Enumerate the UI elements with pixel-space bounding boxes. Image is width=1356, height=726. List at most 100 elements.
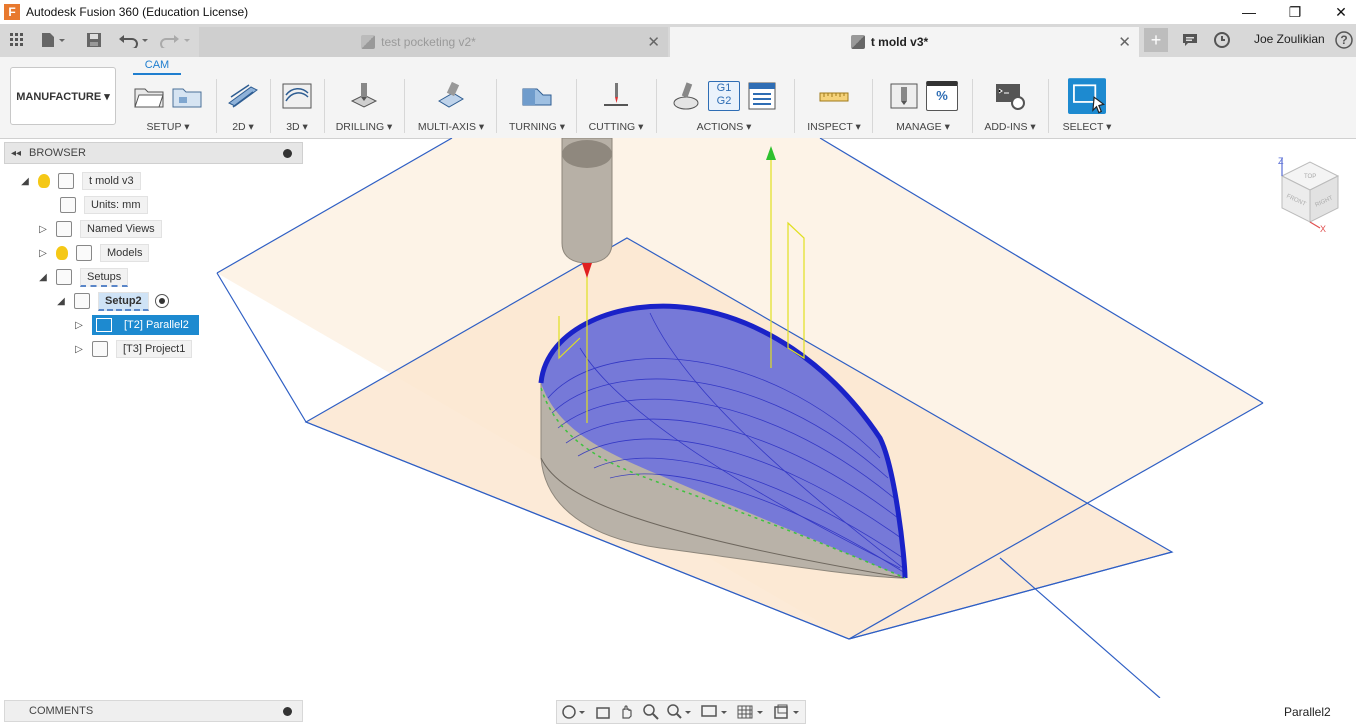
browser-minimize-icon[interactable]	[283, 148, 292, 158]
comments-panel[interactable]: COMMENTS	[4, 700, 303, 722]
actions-group[interactable]: G1 G2 ACTIONS ▾	[662, 79, 786, 135]
browser-panel-header[interactable]: ◂◂ BROWSER	[4, 142, 303, 164]
minimize-button[interactable]: —	[1226, 0, 1272, 24]
orbit-icon[interactable]	[561, 704, 587, 720]
select-group[interactable]: SELECT ▾	[1056, 78, 1118, 135]
setup-folder-icon[interactable]	[171, 81, 203, 111]
inspect-menu-label[interactable]: INSPECT ▾	[802, 121, 866, 133]
view-cube[interactable]: Z X TOP FRONT RIGHT	[1274, 152, 1344, 232]
tab-cam[interactable]: CAM	[133, 59, 181, 75]
zoom-icon[interactable]	[643, 704, 659, 720]
expand-triangle-icon[interactable]: ▷	[38, 224, 48, 235]
viewcube-top-face[interactable]: TOP	[1304, 174, 1316, 180]
ribbon-separator	[324, 79, 325, 133]
project-toolpath-icon	[92, 341, 108, 357]
zoom-window-icon[interactable]	[667, 704, 693, 720]
viewports-icon[interactable]	[773, 704, 801, 720]
setup-menu-label[interactable]: SETUP ▾	[126, 121, 210, 133]
document-tab-bar: test pocketing v2* ✕ t mold v3* ✕ + Joe …	[0, 24, 1356, 57]
pan-hand-icon[interactable]	[619, 704, 635, 720]
tree-node-units[interactable]: Units: mm	[60, 195, 148, 215]
setup-group[interactable]: SETUP ▾	[126, 79, 210, 135]
look-at-icon[interactable]	[595, 704, 611, 720]
file-menu-icon[interactable]	[38, 30, 68, 50]
help-button[interactable]: ?	[1340, 33, 1347, 47]
grid-settings-icon[interactable]	[737, 704, 765, 720]
select-icon[interactable]	[1068, 78, 1106, 114]
collapse-triangle-icon[interactable]: ◢	[38, 272, 48, 283]
measure-icon[interactable]	[818, 81, 850, 111]
tree-node-named-views[interactable]: ▷ Named Views	[38, 219, 162, 239]
2d-menu-label[interactable]: 2D ▾	[222, 121, 264, 133]
expand-triangle-icon[interactable]: ▷	[74, 344, 84, 355]
3d-viewport[interactable]	[0, 138, 1356, 698]
collapse-triangle-icon[interactable]: ◢	[56, 296, 66, 307]
post-process-icon[interactable]: G1 G2	[708, 81, 740, 111]
tree-node-document[interactable]: ◢ t mold v3	[20, 171, 141, 191]
3d-adaptive-icon[interactable]	[281, 81, 313, 111]
close-window-button[interactable]: ✕	[1318, 0, 1356, 24]
user-account-menu[interactable]: Joe Zoulikian	[1254, 32, 1325, 46]
manage-menu-label[interactable]: MANAGE ▾	[880, 121, 966, 133]
new-tab-button[interactable]: +	[1144, 28, 1168, 52]
display-settings-icon[interactable]	[701, 704, 729, 720]
turning-icon[interactable]	[521, 81, 553, 111]
tree-node-setups[interactable]: ◢ Setups	[38, 267, 129, 287]
turning-menu-label[interactable]: TURNING ▾	[504, 121, 570, 133]
multi-axis-group[interactable]: MULTI-AXIS ▾	[412, 79, 490, 135]
tab-t-mold[interactable]: t mold v3* ✕	[670, 27, 1139, 57]
cutting-icon[interactable]	[600, 81, 632, 111]
comments-icon[interactable]	[1180, 30, 1200, 50]
collapse-browser-icon[interactable]: ◂◂	[11, 148, 21, 159]
tree-node-parallel2[interactable]: ▷ [T2] Parallel2	[74, 315, 199, 335]
cutting-group[interactable]: CUTTING ▾	[584, 79, 648, 135]
expand-triangle-icon[interactable]: ▷	[38, 248, 48, 259]
new-setup-icon[interactable]	[133, 81, 165, 111]
workspace-switcher[interactable]: MANUFACTURE ▾	[10, 67, 116, 125]
select-menu-label[interactable]: SELECT ▾	[1056, 121, 1118, 133]
3d-group[interactable]: 3D ▾	[276, 79, 318, 135]
visibility-bulb-icon[interactable]	[56, 246, 68, 260]
setup-sheet-icon[interactable]	[746, 81, 778, 111]
save-icon[interactable]	[84, 30, 104, 50]
add-ins-group[interactable]: ADD-INS ▾	[980, 79, 1040, 135]
folder-icon	[56, 221, 72, 237]
drilling-menu-label[interactable]: DRILLING ▾	[332, 121, 396, 133]
drilling-group[interactable]: DRILLING ▾	[332, 79, 396, 135]
add-ins-menu-label[interactable]: ADD-INS ▾	[980, 121, 1040, 133]
maximize-button[interactable]: ❐	[1272, 0, 1318, 24]
post-library-icon[interactable]: %	[926, 81, 958, 111]
tree-node-models[interactable]: ▷ Models	[38, 243, 150, 263]
add-comment-icon[interactable]	[283, 706, 292, 716]
tree-node-setup2[interactable]: ◢ Setup2	[56, 291, 169, 311]
turning-group[interactable]: TURNING ▾	[504, 79, 570, 135]
collapse-triangle-icon[interactable]: ◢	[20, 176, 30, 187]
3d-menu-label[interactable]: 3D ▾	[276, 121, 318, 133]
2d-group[interactable]: 2D ▾	[222, 79, 264, 135]
manage-group[interactable]: % MANAGE ▾	[880, 79, 966, 135]
tree-label: Models	[100, 244, 150, 262]
tab-close-button[interactable]: ✕	[647, 33, 660, 51]
drill-icon[interactable]	[348, 81, 380, 111]
job-status-icon[interactable]	[1212, 30, 1232, 50]
multi-axis-menu-label[interactable]: MULTI-AXIS ▾	[412, 121, 490, 133]
actions-menu-label[interactable]: ACTIONS ▾	[662, 121, 786, 133]
simulate-icon[interactable]	[670, 81, 702, 111]
tab-close-button[interactable]: ✕	[1118, 33, 1131, 51]
2d-adaptive-icon[interactable]	[227, 81, 259, 111]
undo-icon[interactable]	[116, 30, 152, 50]
scripts-addins-icon[interactable]	[994, 81, 1026, 111]
tool-library-icon[interactable]	[888, 81, 920, 111]
cutting-menu-label[interactable]: CUTTING ▾	[584, 121, 648, 133]
activate-setup-icon[interactable]	[154, 294, 169, 308]
expand-triangle-icon[interactable]: ▷	[74, 320, 84, 331]
redo-icon[interactable]	[158, 30, 194, 50]
selected-operation-row[interactable]: [T2] Parallel2	[92, 315, 199, 335]
tab-test-pocketing[interactable]: test pocketing v2* ✕	[199, 27, 668, 57]
g1-text: G1	[716, 82, 732, 94]
inspect-group[interactable]: INSPECT ▾	[802, 79, 866, 135]
apps-grid-icon[interactable]	[8, 30, 26, 50]
multi-axis-icon[interactable]	[435, 81, 467, 111]
tree-node-project1[interactable]: ▷ [T3] Project1	[74, 339, 193, 359]
visibility-bulb-icon[interactable]	[38, 174, 50, 188]
